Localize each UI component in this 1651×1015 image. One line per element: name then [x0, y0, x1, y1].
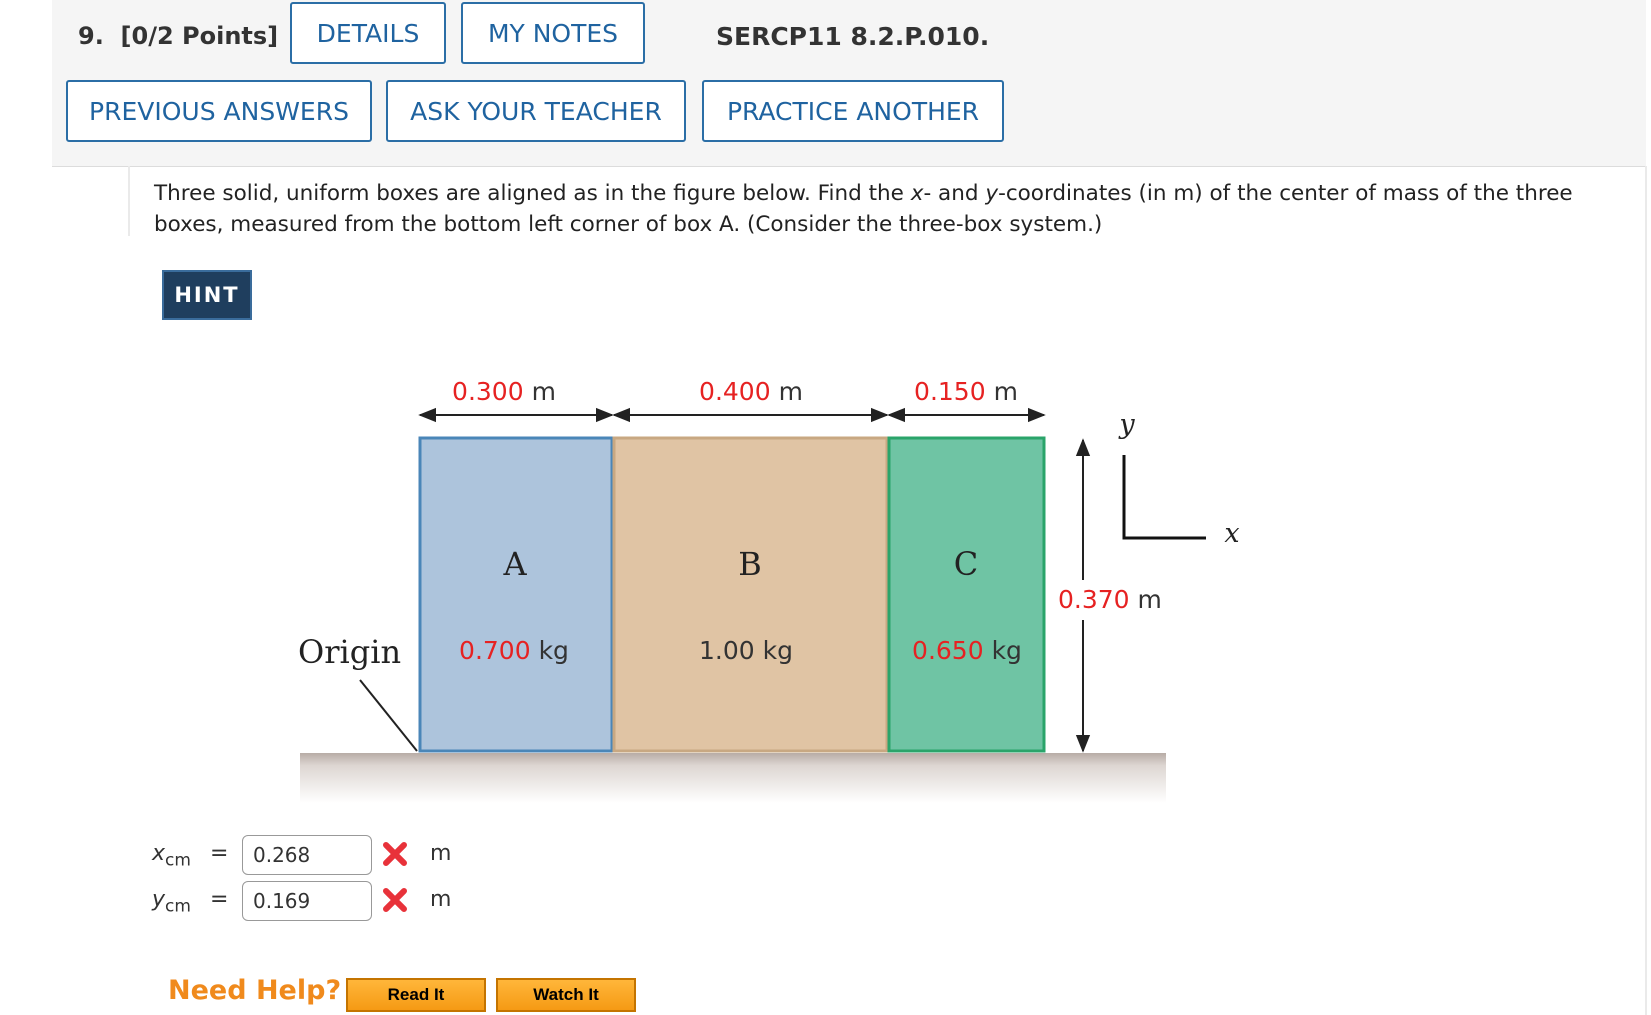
dim-a-value: 0.300	[452, 377, 524, 406]
xcm-unit: m	[430, 841, 452, 866]
box-a	[418, 436, 614, 753]
watch-it-button[interactable]: Watch It	[496, 978, 636, 1012]
xcm-answer-row: xcm = m	[152, 835, 472, 875]
dim-b-label: 0.400 m	[699, 377, 803, 406]
box-c-mass-value: 0.650	[912, 636, 984, 665]
box-c-mass-unit: kg	[992, 636, 1022, 665]
origin-pointer	[359, 679, 418, 752]
box-a-mass-value: 0.700	[459, 636, 531, 665]
ycm-subscript: cm	[165, 896, 191, 917]
origin-label: Origin	[298, 633, 401, 671]
box-a-label: A	[502, 545, 527, 583]
xcm-label: xcm	[152, 841, 191, 870]
xcm-input[interactable]	[242, 835, 372, 875]
xcm-equals: =	[210, 841, 229, 866]
read-it-button[interactable]: Read It	[346, 978, 486, 1012]
ground	[300, 753, 1166, 803]
incorrect-x-icon	[383, 888, 407, 912]
box-c-mass: 0.650 kg	[912, 636, 1022, 665]
height-unit: m	[1138, 585, 1162, 614]
box-a-mass: 0.700 kg	[459, 636, 569, 665]
box-b-mass: 1.00 kg	[699, 636, 793, 665]
xcm-subscript: cm	[165, 850, 191, 871]
box-b-label: B	[738, 545, 762, 583]
axis-y-label: y	[1118, 409, 1135, 440]
height-label: 0.370 m	[1058, 585, 1162, 614]
dim-c-value: 0.150	[914, 377, 986, 406]
height-value: 0.370	[1058, 585, 1130, 614]
ycm-input[interactable]	[242, 881, 372, 921]
dim-b-unit: m	[779, 377, 803, 406]
box-a-mass-unit: kg	[539, 636, 569, 665]
ycm-label: ycm	[152, 887, 191, 916]
ycm-answer-row: ycm = m	[152, 881, 472, 921]
need-help-label: Need Help?	[168, 975, 342, 1006]
dim-a-unit: m	[532, 377, 556, 406]
ycm-equals: =	[210, 887, 229, 912]
dim-c-label: 0.150 m	[914, 377, 1018, 406]
box-c	[887, 436, 1046, 753]
dim-b-value: 0.400	[699, 377, 771, 406]
xcm-var: x	[152, 841, 166, 866]
box-b	[612, 436, 889, 753]
ycm-unit: m	[430, 887, 452, 912]
ycm-var: y	[152, 887, 166, 912]
incorrect-x-icon	[383, 842, 407, 866]
dim-c-unit: m	[994, 377, 1018, 406]
box-c-label: C	[954, 545, 978, 583]
axis-x-label: x	[1224, 518, 1239, 549]
axis-indicator	[1122, 455, 1206, 540]
dim-a-label: 0.300 m	[452, 377, 556, 406]
